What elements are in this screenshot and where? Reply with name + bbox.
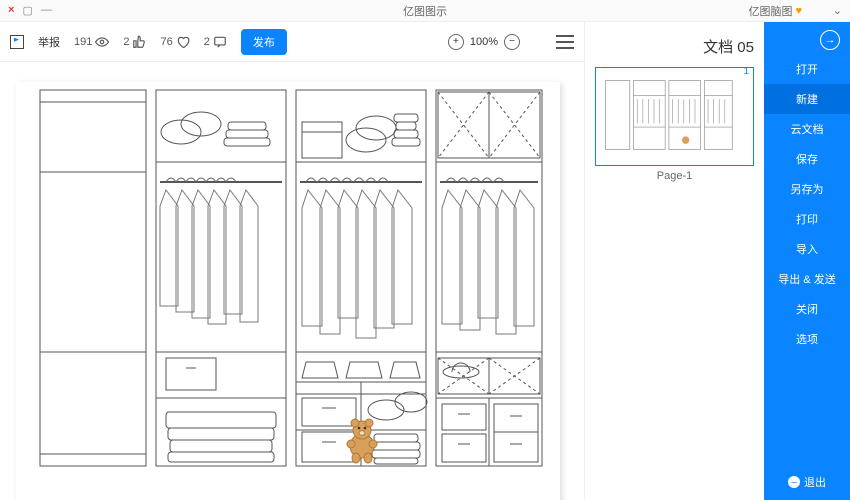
sidebar-item-open[interactable]: 打开 bbox=[764, 54, 850, 84]
sidebar-item-cloud[interactable]: 云文档 bbox=[764, 114, 850, 144]
zoom-controls: + 100% − bbox=[448, 34, 520, 50]
drawing-paper[interactable] bbox=[16, 82, 560, 500]
views-stat: 191 bbox=[74, 35, 109, 49]
sidebar-item-options[interactable]: 选项 bbox=[764, 324, 850, 354]
brand-badge[interactable]: 亿图脑图 ♥ bbox=[748, 3, 802, 19]
sidebar-item-print[interactable]: 打印 bbox=[764, 204, 850, 234]
close-icon[interactable]: × bbox=[8, 4, 14, 17]
app-title: 亿图图示 bbox=[403, 3, 447, 19]
thumb-up-icon bbox=[132, 35, 146, 49]
report-icon[interactable] bbox=[10, 35, 24, 49]
comments-stat[interactable]: 2 bbox=[204, 35, 227, 49]
page-label: Page-1 bbox=[595, 166, 754, 182]
pages-panel: 文档 05 1 Page-1 bbox=[584, 22, 764, 500]
zoom-in-icon[interactable]: + bbox=[448, 34, 464, 50]
doc-title: 文档 05 bbox=[595, 30, 754, 67]
sidebar-item-import[interactable]: 导入 bbox=[764, 234, 850, 264]
chevron-down-icon[interactable]: ⌄ bbox=[833, 4, 842, 17]
heart-icon: ♥ bbox=[795, 5, 802, 17]
back-arrow-icon[interactable]: → bbox=[820, 30, 840, 50]
sidebar-exit[interactable]: – 退出 bbox=[764, 464, 850, 500]
zoom-level: 100% bbox=[470, 36, 498, 48]
comment-icon bbox=[213, 35, 227, 49]
page-number: 1 bbox=[743, 66, 749, 77]
maximize-icon[interactable]: ▢ bbox=[22, 4, 32, 17]
likes-stat[interactable]: 2 bbox=[123, 35, 146, 49]
publish-button[interactable]: 发布 bbox=[241, 29, 287, 55]
menu-icon[interactable] bbox=[556, 35, 574, 49]
file-sidebar: → 打开 新建 云文档 保存 另存为 打印 导入 导出 & 发送 关闭 选项 –… bbox=[764, 22, 850, 500]
exit-icon: – bbox=[788, 476, 800, 488]
titlebar: × ▢ — 亿图图示 亿图脑图 ♥ ⌄ bbox=[0, 0, 850, 22]
minimize-icon[interactable]: — bbox=[41, 4, 52, 17]
sidebar-item-export[interactable]: 导出 & 发送 bbox=[764, 264, 850, 294]
report-label[interactable]: 举报 bbox=[38, 34, 60, 50]
sidebar-item-close[interactable]: 关闭 bbox=[764, 294, 850, 324]
canvas-area: 举报 191 2 76 2 发布 bbox=[0, 22, 584, 500]
thumbnail-image bbox=[600, 72, 749, 158]
heart-outline-icon bbox=[176, 35, 190, 49]
sidebar-item-new[interactable]: 新建 bbox=[764, 84, 850, 114]
eye-icon bbox=[95, 35, 109, 49]
toolbar: 举报 191 2 76 2 发布 bbox=[0, 22, 584, 62]
page-thumbnail[interactable]: 1 bbox=[595, 67, 754, 166]
sidebar-item-save[interactable]: 保存 bbox=[764, 144, 850, 174]
zoom-out-icon[interactable]: − bbox=[504, 34, 520, 50]
favs-stat[interactable]: 76 bbox=[160, 35, 189, 49]
sidebar-item-saveas[interactable]: 另存为 bbox=[764, 174, 850, 204]
canvas[interactable] bbox=[0, 62, 584, 500]
